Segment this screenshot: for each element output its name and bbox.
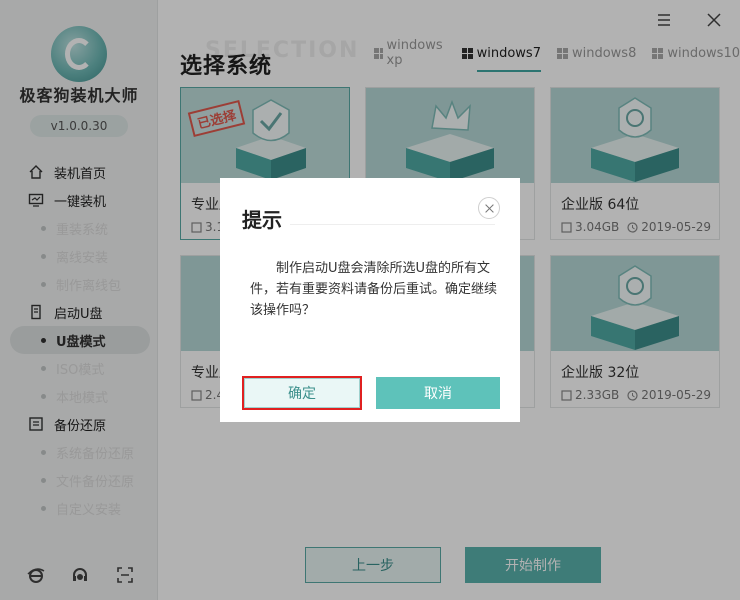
cancel-button[interactable]: 取消: [376, 377, 500, 409]
dialog-title-divider: [290, 224, 495, 225]
close-icon[interactable]: [478, 197, 500, 219]
dialog-message: 制作启动U盘会清除所选U盘的所有文件，若有重要资料请备份后重试。确定继续该操作吗…: [250, 261, 498, 318]
confirm-button[interactable]: 确定: [242, 376, 362, 410]
confirm-dialog: 提示 制作启动U盘会清除所选U盘的所有文件，若有重要资料请备份后重试。确定继续该…: [220, 178, 520, 422]
dialog-title: 提示: [242, 208, 282, 232]
